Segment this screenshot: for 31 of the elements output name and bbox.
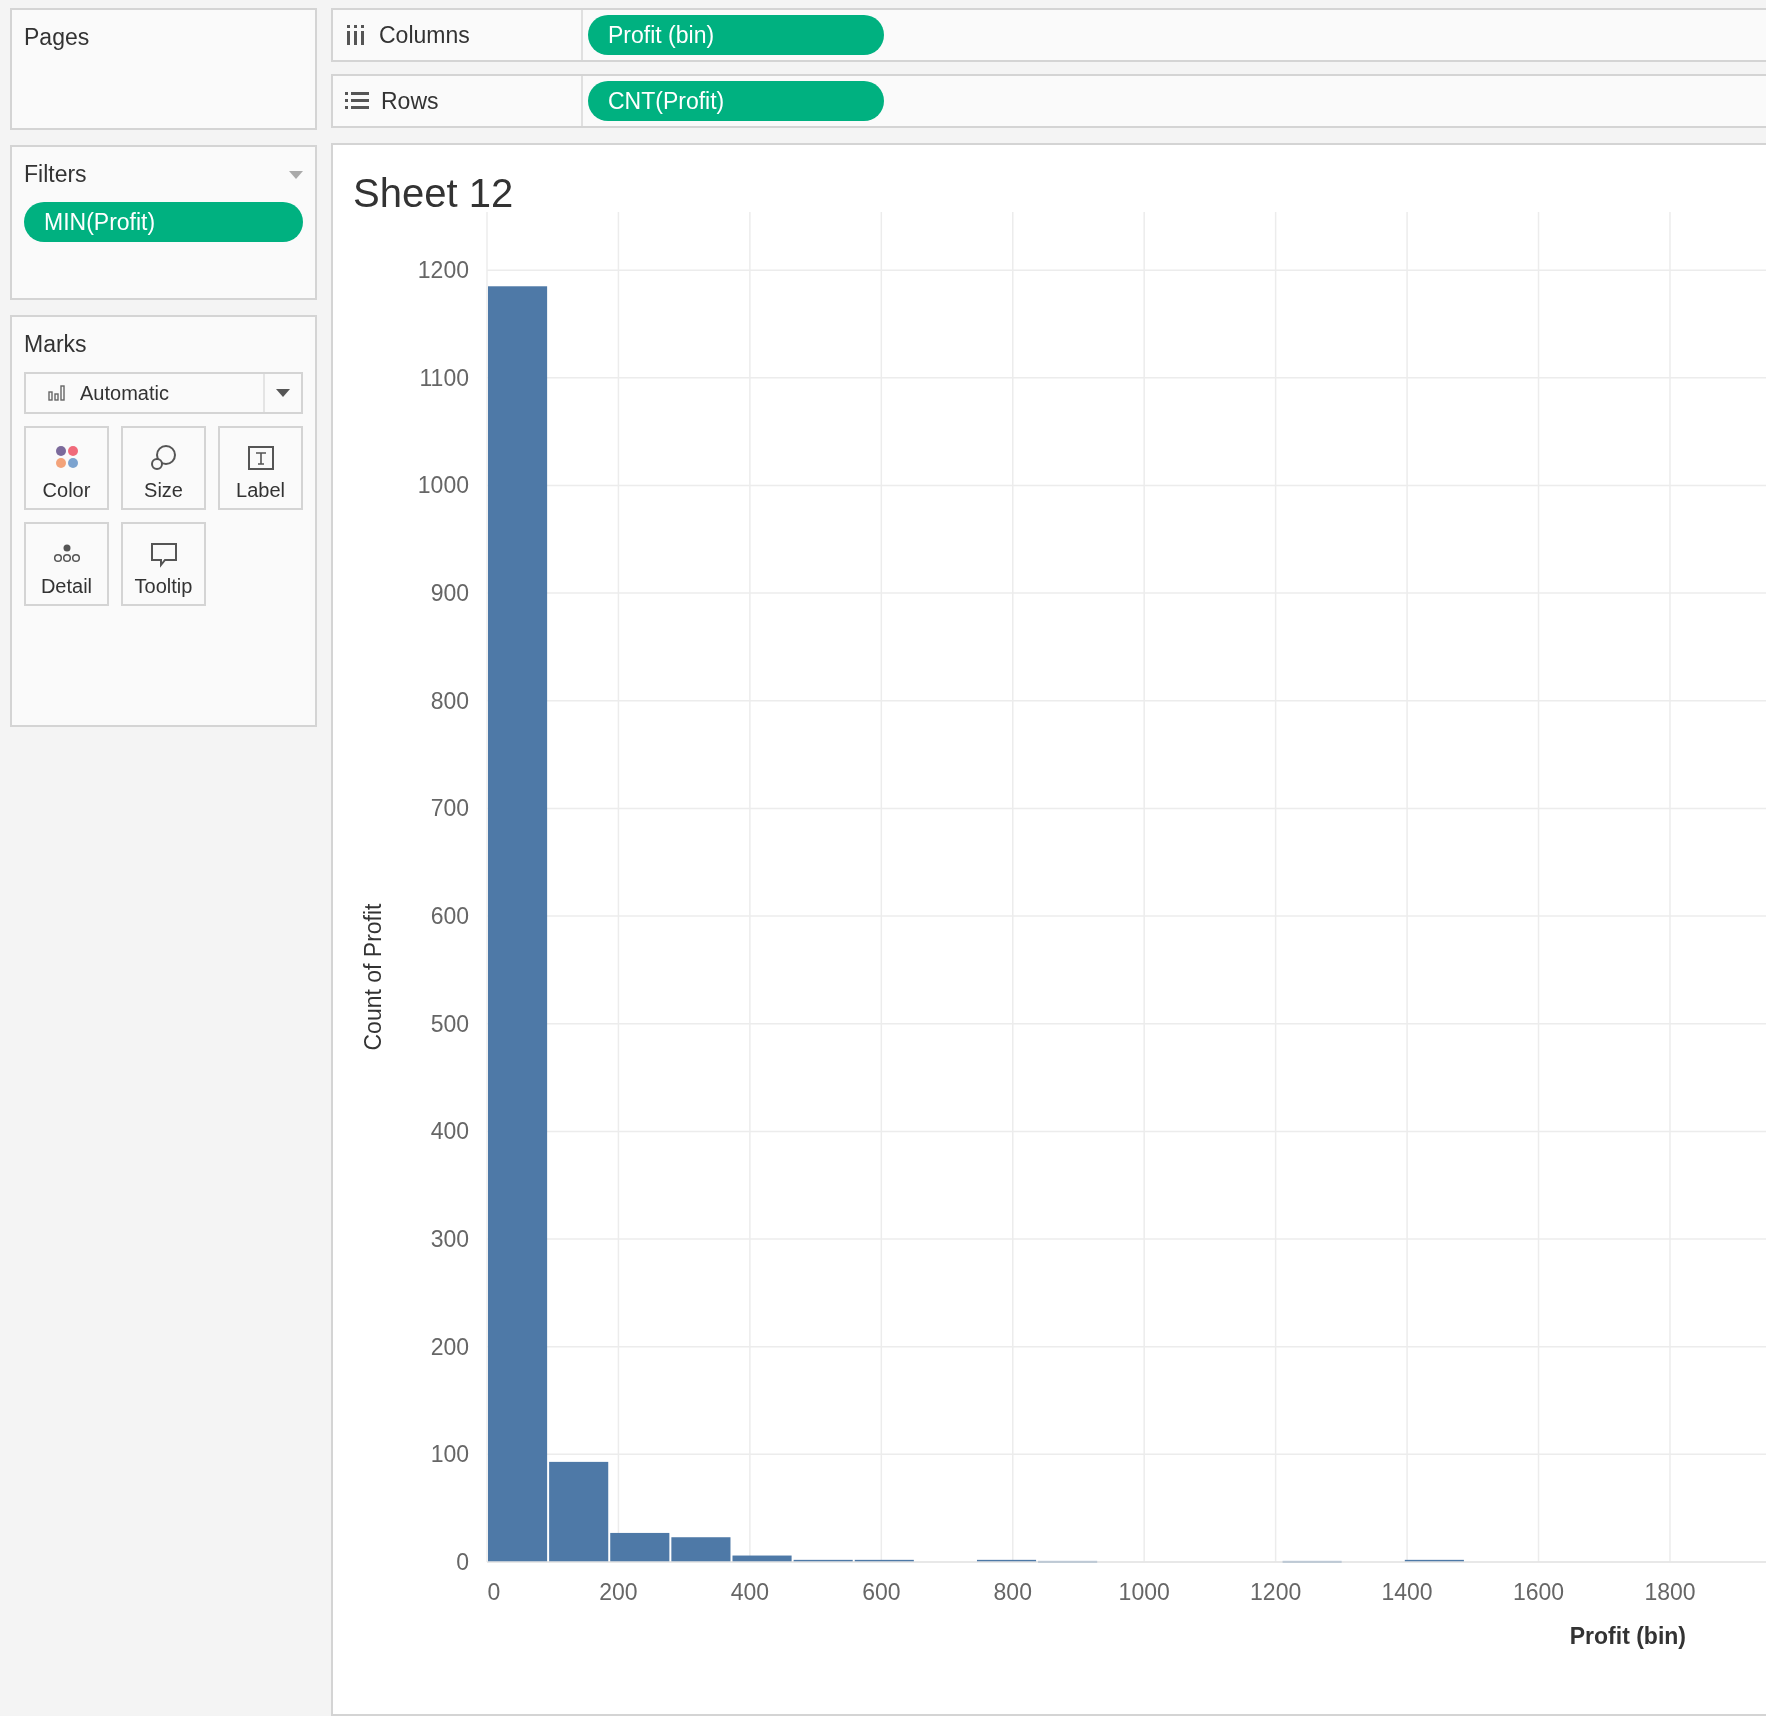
x-axis-label: 800 xyxy=(993,1579,1032,1605)
y-axis-label: 0 xyxy=(456,1549,469,1575)
panel-title: Pages xyxy=(24,24,91,51)
y-axis-title: Count of Profit xyxy=(363,903,386,1051)
x-axis-label: 0 xyxy=(487,1579,501,1605)
y-axis-label: 800 xyxy=(430,687,469,714)
y-axis-label: 500 xyxy=(430,1010,469,1037)
x-axis-label: 400 xyxy=(730,1579,770,1605)
x-axis-label: 1000 xyxy=(1118,1579,1170,1605)
y-axis-label: 400 xyxy=(430,1118,469,1145)
y-axis-label: 1200 xyxy=(417,257,469,284)
y-axis-label: 1000 xyxy=(417,472,469,499)
x-axis-label: 1200 xyxy=(1250,1579,1302,1605)
x-axis-label: 200 xyxy=(599,1579,638,1605)
x-axis-label: 1400 xyxy=(1381,1579,1433,1605)
y-axis-label: 1100 xyxy=(419,364,469,391)
x-axis-label: 600 xyxy=(862,1579,901,1605)
panel-title: Marks xyxy=(24,331,88,358)
y-axis-label: 200 xyxy=(430,1333,469,1360)
y-axis-label: 900 xyxy=(430,580,469,607)
shelf-label: Rows xyxy=(381,87,439,115)
y-axis-label: 100 xyxy=(430,1441,469,1468)
y-axis-label: 700 xyxy=(430,795,469,822)
sheet-title: Sheet 12 xyxy=(352,170,515,216)
x-axis-title: Profit (bin) xyxy=(1569,1623,1687,1649)
x-axis-label: 1600 xyxy=(1512,1579,1565,1605)
y-axis-label: 600 xyxy=(430,903,469,930)
shelf-label: Columns xyxy=(379,21,470,49)
x-axis-label: 1800 xyxy=(1644,1579,1696,1605)
y-axis-label: 300 xyxy=(430,1226,469,1253)
panel-title: Filters xyxy=(24,161,87,188)
